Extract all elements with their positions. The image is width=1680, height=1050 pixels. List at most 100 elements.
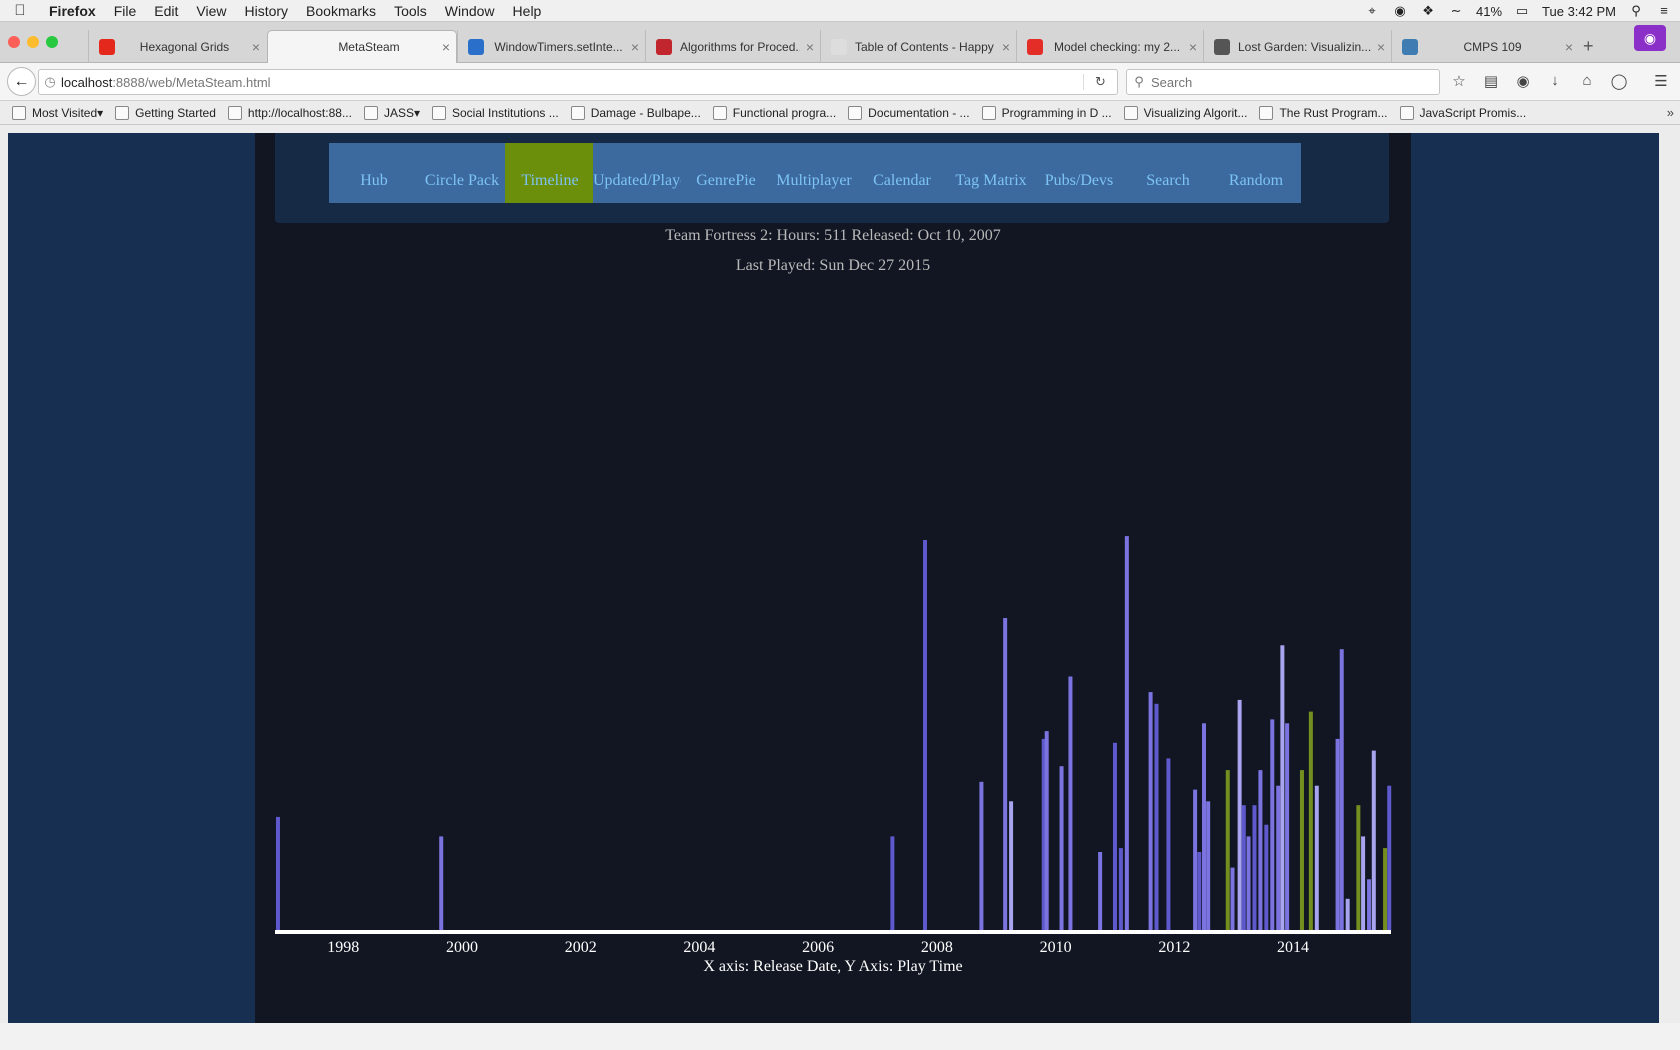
chart-bar[interactable]	[1044, 731, 1049, 930]
browser-tab[interactable]: CMPS 109 ×	[1391, 30, 1579, 63]
url-text[interactable]: localhost:8888/web/MetaSteam.html	[61, 75, 1083, 90]
chart-bar[interactable]	[1383, 848, 1388, 930]
nav-circle-pack-button[interactable]: Circle Pack	[417, 143, 507, 203]
menu-view[interactable]: View	[187, 3, 235, 19]
chart-bar[interactable]	[1206, 801, 1211, 930]
menu-history[interactable]: History	[235, 3, 297, 19]
chart-bar[interactable]	[1241, 805, 1246, 930]
nav-search-button[interactable]: Search	[1123, 143, 1213, 203]
chart-bar[interactable]	[1252, 805, 1257, 930]
close-tab-icon[interactable]: ×	[436, 39, 456, 55]
chart-bar[interactable]	[923, 540, 928, 930]
browser-tab[interactable]: Algorithms for Proced... ×	[645, 30, 820, 63]
chart-bar[interactable]	[1314, 785, 1319, 930]
browser-tab[interactable]: Hexagonal Grids ×	[88, 30, 266, 63]
menu-tools[interactable]: Tools	[385, 3, 436, 19]
chart-bar[interactable]	[1068, 676, 1073, 931]
chart-bar[interactable]	[1367, 879, 1372, 930]
bookmark-item[interactable]: Most Visited ▾	[12, 105, 103, 120]
bookmark-item[interactable]: http://localhost:88...	[227, 105, 352, 120]
apple-icon[interactable]: 	[0, 2, 40, 19]
chart-bar[interactable]	[1339, 649, 1344, 930]
spotlight-search-icon[interactable]: ⚲	[1628, 4, 1644, 18]
bookmark-item[interactable]: Getting Started	[115, 105, 216, 120]
dropbox-icon[interactable]: ❖	[1420, 4, 1436, 18]
chart-bar[interactable]	[1299, 770, 1304, 930]
chart-bar[interactable]	[1166, 758, 1171, 930]
bookmark-item[interactable]: Documentation - ...	[848, 105, 970, 120]
bookmark-item[interactable]: The Rust Program...	[1259, 105, 1388, 120]
reading-list-icon[interactable]: ▤	[1482, 72, 1500, 90]
bookmark-item[interactable]: Social Institutions ...	[432, 105, 559, 120]
download-icon[interactable]: ↓	[1546, 72, 1564, 90]
chart-bar[interactable]	[275, 816, 280, 930]
chart-bar[interactable]	[1193, 789, 1198, 930]
clock[interactable]: Tue 3:42 PM	[1542, 4, 1616, 19]
chart-bar[interactable]	[1124, 536, 1129, 930]
search-box[interactable]: ⚲	[1126, 69, 1440, 95]
browser-tab[interactable]: Table of Contents - Happy ... ×	[820, 30, 1016, 63]
browser-tab[interactable]: Model checking: my 2... ×	[1016, 30, 1203, 63]
bookmark-item[interactable]: Programming in D ...	[981, 105, 1112, 120]
chart-bar[interactable]	[1154, 703, 1159, 930]
chart-bar[interactable]	[890, 836, 895, 930]
hamburger-menu-icon[interactable]: ☰	[1652, 72, 1670, 90]
chart-bar[interactable]	[1285, 723, 1290, 930]
menu-help[interactable]: Help	[504, 3, 551, 19]
bookmark-item[interactable]: JASS ▾	[363, 105, 420, 120]
chart-bar[interactable]	[1276, 785, 1281, 930]
nav-multiplayer-button[interactable]: Multiplayer	[769, 143, 859, 203]
chart-bar[interactable]	[1280, 645, 1285, 930]
browser-tab[interactable]: Lost Garden: Visualizin... ×	[1203, 30, 1391, 63]
browser-tab[interactable]: MetaSteam ×	[267, 30, 457, 63]
bookmark-item[interactable]: Visualizing Algorit...	[1123, 105, 1247, 120]
menu-firefox[interactable]: Firefox	[40, 3, 105, 19]
globe-icon[interactable]: ◷	[39, 74, 61, 90]
chart-bar[interactable]	[1345, 898, 1350, 930]
chart-bar[interactable]	[1335, 738, 1340, 930]
chart-bar[interactable]	[1258, 770, 1263, 930]
nav-calendar-button[interactable]: Calendar	[857, 143, 947, 203]
nav-tag-matrix-button[interactable]: Tag Matrix	[946, 143, 1036, 203]
nav-hub-button[interactable]: Hub	[329, 143, 419, 203]
close-tab-icon[interactable]: ×	[996, 39, 1016, 55]
chart-bar[interactable]	[1112, 742, 1117, 930]
chart-bar[interactable]	[1371, 750, 1376, 930]
chart-bar[interactable]	[439, 836, 444, 930]
nav-pubs-devs-button[interactable]: Pubs/Devs	[1034, 143, 1124, 203]
chart-bar[interactable]	[1225, 770, 1230, 930]
menu-edit[interactable]: Edit	[145, 3, 187, 19]
chart-bar[interactable]	[1237, 699, 1242, 930]
chart-bar[interactable]	[1003, 618, 1008, 930]
pocket-icon[interactable]: ◉	[1514, 72, 1532, 90]
chart-bar[interactable]	[1197, 852, 1202, 930]
close-tab-icon[interactable]: ×	[625, 39, 645, 55]
bookmark-star-icon[interactable]: ☆	[1450, 72, 1468, 90]
chart-bar[interactable]	[1264, 824, 1269, 930]
close-window-button[interactable]	[8, 36, 20, 48]
zoom-window-button[interactable]	[46, 36, 58, 48]
chart-bar[interactable]	[1246, 836, 1251, 930]
chart-bar[interactable]	[1118, 848, 1123, 930]
private-browsing-mask-icon[interactable]: ◉	[1634, 25, 1666, 51]
bookmark-item[interactable]: Damage - Bulbape...	[570, 105, 701, 120]
close-tab-icon[interactable]: ×	[246, 39, 266, 55]
menu-window[interactable]: Window	[436, 3, 504, 19]
chart-bar[interactable]	[1361, 836, 1366, 930]
close-tab-icon[interactable]: ×	[800, 39, 820, 55]
close-tab-icon[interactable]: ×	[1559, 39, 1579, 55]
url-bar[interactable]: ◷ localhost:8888/web/MetaSteam.html ↻	[38, 69, 1118, 95]
minimize-window-button[interactable]	[27, 36, 39, 48]
new-tab-button[interactable]: +	[1583, 36, 1594, 57]
menu-bookmarks[interactable]: Bookmarks	[297, 3, 385, 19]
close-tab-icon[interactable]: ×	[1183, 39, 1203, 55]
chart-bar[interactable]	[1098, 852, 1103, 930]
chart-bar[interactable]	[1308, 711, 1313, 930]
browser-tab[interactable]: WindowTimers.setInte... ×	[457, 30, 645, 63]
crosshair-icon[interactable]: ⌖	[1364, 4, 1380, 18]
nav-updated-played-button[interactable]: Updated/Played	[593, 143, 683, 203]
search-input[interactable]	[1151, 74, 1439, 90]
chart-bar[interactable]	[1009, 801, 1014, 930]
wifi-icon[interactable]: ∼	[1448, 4, 1464, 18]
chart-bar[interactable]	[1230, 867, 1235, 930]
